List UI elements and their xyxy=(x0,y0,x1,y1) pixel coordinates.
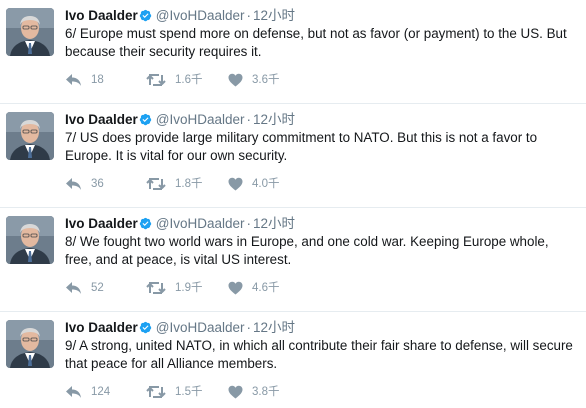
retweet-count: 1.6千 xyxy=(175,74,203,86)
separator-dot: · xyxy=(246,112,252,127)
retweet-count: 1.8千 xyxy=(175,178,203,190)
verified-badge-icon xyxy=(139,321,152,334)
avatar[interactable] xyxy=(6,112,54,160)
retweet-button[interactable]: 1.9千 xyxy=(146,279,203,297)
tweet[interactable]: Ivo Daalder @IvoHDaalder · 12小时 7/ US does… xyxy=(0,104,586,208)
tweet-timestamp[interactable]: 12小时 xyxy=(253,320,295,335)
retweet-count: 1.5千 xyxy=(175,386,203,398)
reply-icon xyxy=(65,177,91,191)
retweet-icon xyxy=(146,281,175,295)
tweet-header: Ivo Daalder @IvoHDaalder · 12小时 xyxy=(65,319,295,337)
author-name[interactable]: Ivo Daalder xyxy=(65,112,138,127)
tweet-text: 9/ A strong, united NATO, in which all c… xyxy=(65,338,573,371)
reply-icon xyxy=(65,73,91,87)
retweet-button[interactable]: 1.6千 xyxy=(146,71,203,89)
retweet-button[interactable]: 1.8千 xyxy=(146,175,203,193)
reply-icon xyxy=(65,385,91,399)
reply-count: 52 xyxy=(91,282,104,294)
reply-icon xyxy=(65,281,91,295)
reply-button[interactable]: 52 xyxy=(65,279,104,297)
heart-icon xyxy=(228,177,252,191)
like-button[interactable]: 3.8千 xyxy=(228,383,280,401)
separator-dot: · xyxy=(246,320,252,335)
author-handle[interactable]: @IvoHDaalder xyxy=(156,320,245,335)
separator-dot: · xyxy=(246,8,252,23)
tweet-timestamp[interactable]: 12小时 xyxy=(253,8,295,23)
heart-icon xyxy=(228,281,252,295)
like-count: 3.8千 xyxy=(252,386,280,398)
like-button[interactable]: 3.6千 xyxy=(228,71,280,89)
like-count: 4.6千 xyxy=(252,282,280,294)
author-handle[interactable]: @IvoHDaalder xyxy=(156,216,245,231)
heart-icon xyxy=(228,385,252,399)
tweet-timestamp[interactable]: 12小时 xyxy=(253,216,295,231)
verified-badge-icon xyxy=(139,113,152,126)
reply-count: 124 xyxy=(91,386,111,398)
retweet-count: 1.9千 xyxy=(175,282,203,294)
tweet[interactable]: Ivo Daalder @IvoHDaalder · 12小时 8/ We foug… xyxy=(0,208,586,312)
separator-dot: · xyxy=(246,216,252,231)
tweet-header: Ivo Daalder @IvoHDaalder · 12小时 xyxy=(65,215,295,233)
reply-button[interactable]: 36 xyxy=(65,175,104,193)
reply-count: 18 xyxy=(91,74,104,86)
tweet-header: Ivo Daalder @IvoHDaalder · 12小时 xyxy=(65,7,295,25)
retweet-button[interactable]: 1.5千 xyxy=(146,383,203,401)
verified-badge-icon xyxy=(139,217,152,230)
verified-badge-icon xyxy=(139,9,152,22)
tweet-timestamp[interactable]: 12小时 xyxy=(253,112,295,127)
retweet-icon xyxy=(146,385,175,399)
reply-button[interactable]: 18 xyxy=(65,71,104,89)
author-name[interactable]: Ivo Daalder xyxy=(65,8,138,23)
tweet-text: 7/ US does provide large military commit… xyxy=(65,130,538,163)
author-name[interactable]: Ivo Daalder xyxy=(65,216,138,231)
tweet-text: 6/ Europe must spend more on defense, bu… xyxy=(65,26,567,59)
author-name[interactable]: Ivo Daalder xyxy=(65,320,138,335)
heart-icon xyxy=(228,73,252,87)
author-handle[interactable]: @IvoHDaalder xyxy=(156,8,245,23)
like-button[interactable]: 4.6千 xyxy=(228,279,280,297)
tweet[interactable]: Ivo Daalder @IvoHDaalder · 12小时 9/ A stron… xyxy=(0,312,586,408)
tweet[interactable]: Ivo Daalder @IvoHDaalder · 12小时 6/ Europe … xyxy=(0,0,586,104)
like-button[interactable]: 4.0千 xyxy=(228,175,280,193)
like-count: 4.0千 xyxy=(252,178,280,190)
avatar[interactable] xyxy=(6,320,54,368)
like-count: 3.6千 xyxy=(252,74,280,86)
tweet-header: Ivo Daalder @IvoHDaalder · 12小时 xyxy=(65,111,295,129)
avatar[interactable] xyxy=(6,216,54,264)
author-handle[interactable]: @IvoHDaalder xyxy=(156,112,245,127)
avatar[interactable] xyxy=(6,8,54,56)
retweet-icon xyxy=(146,73,175,87)
reply-count: 36 xyxy=(91,178,104,190)
reply-button[interactable]: 124 xyxy=(65,383,110,401)
tweet-text: 8/ We fought two world wars in Europe, a… xyxy=(65,234,549,267)
retweet-icon xyxy=(146,177,175,191)
